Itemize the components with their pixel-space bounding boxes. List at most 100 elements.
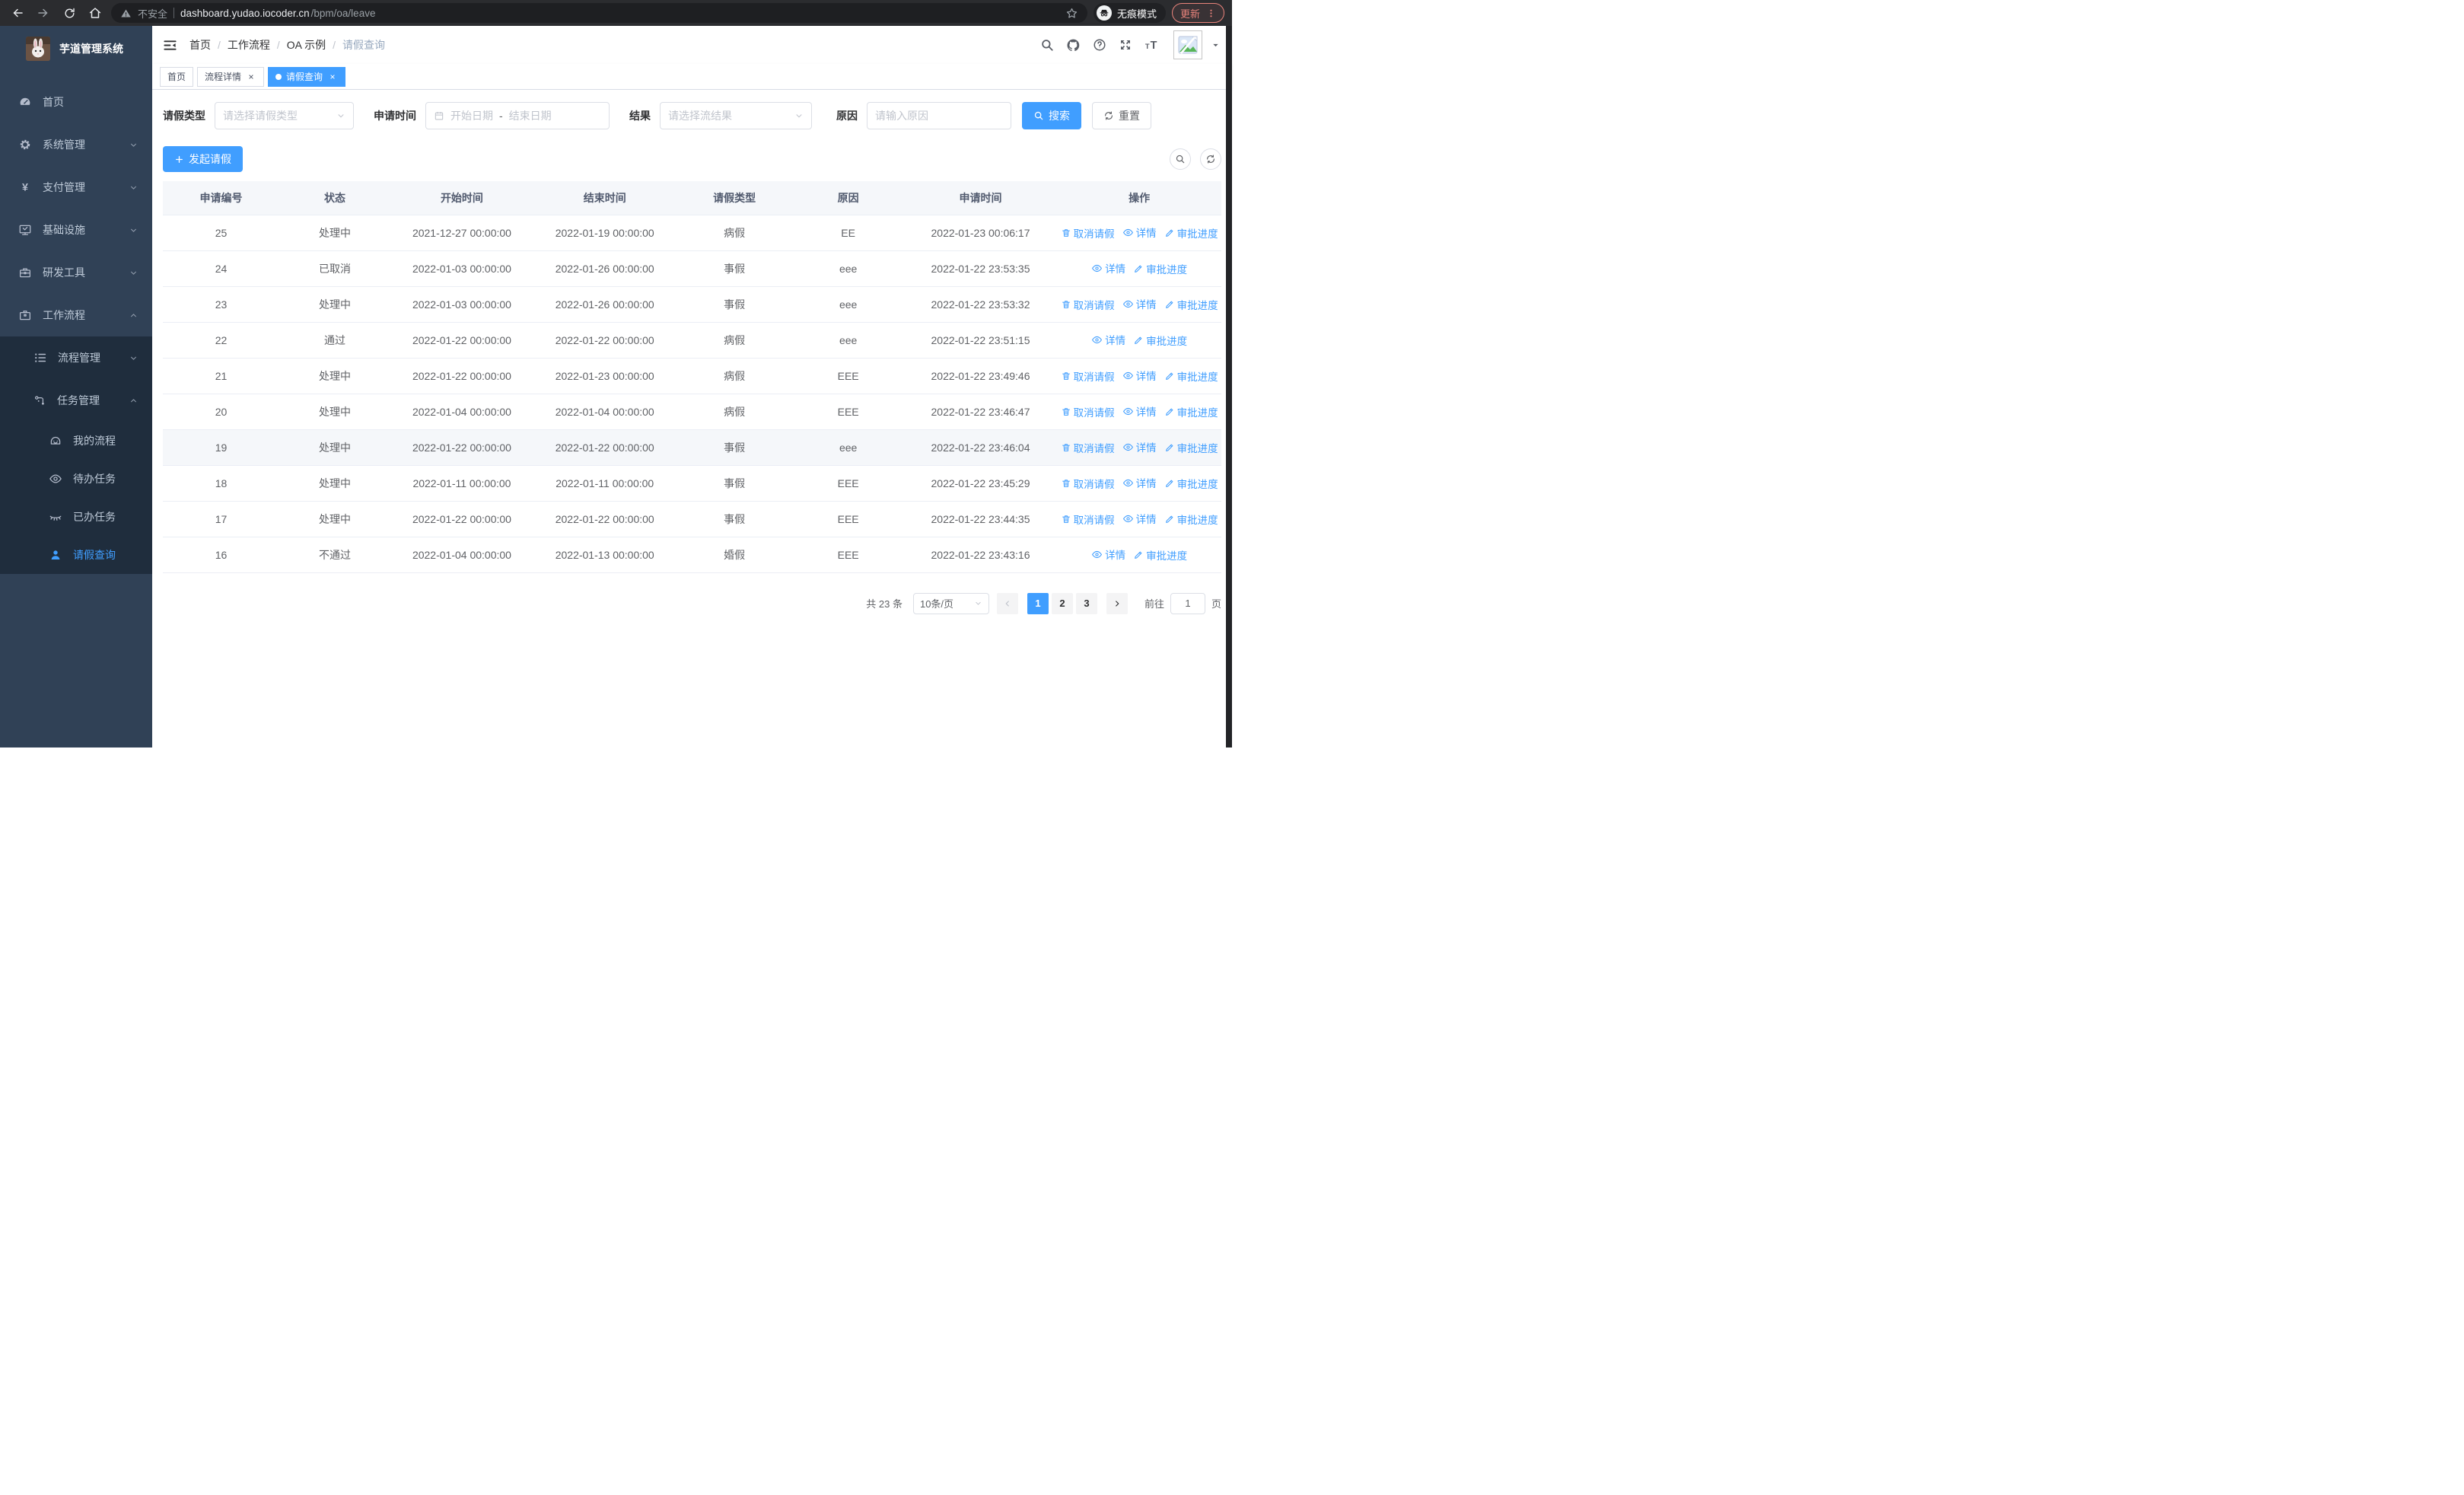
browser-forward-icon[interactable] bbox=[33, 3, 53, 23]
calendar-icon bbox=[434, 110, 444, 121]
cell-actions: 取消请假 详情 审批进度 bbox=[1057, 286, 1221, 323]
progress-action-link[interactable]: 审批进度 bbox=[1164, 476, 1218, 491]
browser-update-button[interactable]: 更新 bbox=[1171, 3, 1224, 23]
sidebar-item-devtools[interactable]: 研发工具 bbox=[0, 251, 152, 294]
sidebar-item-leave-query[interactable]: 请假查询 bbox=[0, 536, 152, 574]
cell-end_time: 2022-01-22 00:00:00 bbox=[533, 322, 676, 359]
apply-time-range-picker[interactable]: 开始日期 - 结束日期 bbox=[425, 102, 610, 129]
github-icon[interactable] bbox=[1066, 38, 1081, 53]
sidebar-collapse-icon[interactable] bbox=[163, 38, 177, 53]
cancel-action-link[interactable]: 取消请假 bbox=[1061, 440, 1115, 455]
detail-action-link[interactable]: 详情 bbox=[1122, 368, 1157, 383]
detail-action-link[interactable]: 详情 bbox=[1122, 403, 1157, 419]
breadcrumb-item[interactable]: 工作流程 bbox=[228, 37, 270, 53]
page-size-select[interactable]: 10条/页 bbox=[912, 592, 989, 614]
sidebar-item-payment[interactable]: ¥ 支付管理 bbox=[0, 166, 152, 209]
close-icon[interactable]: × bbox=[327, 72, 338, 82]
edit-icon bbox=[1164, 406, 1175, 417]
sidebar-item-home[interactable]: 首页 bbox=[0, 81, 152, 123]
detail-action-link[interactable]: 详情 bbox=[1122, 475, 1157, 490]
page-button-2[interactable]: 2 bbox=[1051, 592, 1073, 614]
sidebar-item-label: 请假查询 bbox=[73, 549, 116, 561]
leave-type-label: 请假类型 bbox=[163, 110, 205, 122]
breadcrumb-item[interactable]: OA 示例 bbox=[287, 37, 326, 53]
create-leave-button[interactable]: 发起请假 bbox=[163, 146, 243, 172]
sidebar-item-process-mgmt[interactable]: 流程管理 bbox=[0, 336, 152, 379]
result-select[interactable]: 请选择流结果 bbox=[660, 102, 812, 129]
browser-menu-dots-icon[interactable] bbox=[1206, 8, 1216, 18]
app-logo[interactable]: 芋道管理系统 bbox=[0, 26, 152, 72]
cancel-action-link[interactable]: 取消请假 bbox=[1061, 368, 1115, 384]
close-icon[interactable]: × bbox=[246, 72, 256, 82]
cancel-action-link[interactable]: 取消请假 bbox=[1061, 297, 1115, 312]
sidebar-item-workflow[interactable]: 工作流程 bbox=[0, 294, 152, 336]
column-header: 原因 bbox=[792, 181, 904, 215]
detail-action-link[interactable]: 详情 bbox=[1091, 332, 1125, 347]
toggle-search-button[interactable] bbox=[1170, 148, 1191, 170]
detail-action-link[interactable]: 详情 bbox=[1091, 260, 1125, 276]
cancel-action-link[interactable]: 取消请假 bbox=[1061, 225, 1115, 241]
sidebar-item-todo-task[interactable]: 待办任务 bbox=[0, 460, 152, 498]
detail-action-link[interactable]: 详情 bbox=[1122, 511, 1157, 526]
goto-page-input[interactable] bbox=[1170, 592, 1205, 614]
update-label: 更新 bbox=[1179, 8, 1200, 20]
leave-type-select[interactable]: 请选择请假类型 bbox=[215, 102, 354, 129]
progress-action-link[interactable]: 审批进度 bbox=[1164, 512, 1218, 527]
breadcrumb-item[interactable]: 首页 bbox=[189, 37, 211, 53]
prev-page-button[interactable] bbox=[996, 592, 1018, 614]
browser-back-icon[interactable] bbox=[8, 3, 27, 23]
refresh-table-button[interactable] bbox=[1200, 148, 1221, 170]
security-label[interactable]: 不安全 bbox=[138, 6, 167, 21]
fullscreen-icon[interactable] bbox=[1119, 38, 1132, 52]
page-button-3[interactable]: 3 bbox=[1075, 592, 1097, 614]
cell-start_time: 2022-01-22 00:00:00 bbox=[390, 501, 533, 537]
page-button-1[interactable]: 1 bbox=[1027, 592, 1049, 614]
tab-请假查询[interactable]: 请假查询 × bbox=[268, 66, 346, 87]
cell-start_time: 2022-01-22 00:00:00 bbox=[390, 358, 533, 394]
cell-apply_time: 2022-01-22 23:49:46 bbox=[903, 358, 1058, 394]
cancel-action-link[interactable]: 取消请假 bbox=[1061, 512, 1115, 527]
help-icon[interactable] bbox=[1093, 38, 1106, 52]
trash-icon bbox=[1061, 442, 1071, 453]
reason-input[interactable] bbox=[875, 110, 1003, 122]
progress-action-link[interactable]: 审批进度 bbox=[1164, 225, 1218, 241]
detail-action-link[interactable]: 详情 bbox=[1122, 439, 1157, 454]
tab-首页[interactable]: 首页 bbox=[160, 66, 194, 87]
progress-action-link[interactable]: 审批进度 bbox=[1164, 297, 1218, 312]
progress-action-link[interactable]: 审批进度 bbox=[1164, 368, 1218, 384]
chevron-down-icon bbox=[336, 111, 345, 120]
browser-scrollbar[interactable] bbox=[1226, 26, 1232, 748]
next-page-button[interactable] bbox=[1106, 592, 1128, 614]
progress-action-link[interactable]: 审批进度 bbox=[1133, 547, 1187, 563]
browser-home-icon[interactable] bbox=[85, 3, 105, 23]
sidebar-item-my-process[interactable]: 我的流程 bbox=[0, 422, 152, 460]
reset-button[interactable]: 重置 bbox=[1092, 102, 1151, 129]
detail-action-link[interactable]: 详情 bbox=[1122, 225, 1157, 240]
cancel-action-link[interactable]: 取消请假 bbox=[1061, 404, 1115, 419]
search-icon[interactable] bbox=[1040, 38, 1054, 52]
sidebar-item-system[interactable]: 系统管理 bbox=[0, 123, 152, 166]
address-bar[interactable]: 不安全 dashboard.yudao.iocoder.cn/bpm/oa/le… bbox=[111, 3, 1087, 23]
avatar[interactable] bbox=[1173, 30, 1202, 59]
edit-icon bbox=[1133, 335, 1144, 346]
tab-流程详情[interactable]: 流程详情 × bbox=[197, 66, 265, 87]
detail-action-link[interactable]: 详情 bbox=[1091, 547, 1125, 562]
sidebar-item-infra[interactable]: 基础设施 bbox=[0, 209, 152, 251]
detail-action-link[interactable]: 详情 bbox=[1122, 296, 1157, 311]
sidebar-item-task-mgmt[interactable]: 任务管理 bbox=[0, 379, 152, 422]
table-header-row: 申请编号 状态 开始时间 结束时间 请假类型 原因 申请时间 操作 bbox=[163, 181, 1221, 215]
sidebar-item-done-task[interactable]: 已办任务 bbox=[0, 498, 152, 536]
trash-icon bbox=[1061, 299, 1071, 310]
list-icon bbox=[33, 351, 47, 365]
chevron-down-icon[interactable] bbox=[1211, 41, 1220, 49]
font-size-icon[interactable]: TT bbox=[1144, 38, 1161, 52]
search-button[interactable]: 搜索 bbox=[1022, 102, 1081, 129]
browser-reload-icon[interactable] bbox=[59, 3, 79, 23]
progress-action-link[interactable]: 审批进度 bbox=[1164, 404, 1218, 419]
progress-action-link[interactable]: 审批进度 bbox=[1133, 333, 1187, 348]
progress-action-link[interactable]: 审批进度 bbox=[1133, 261, 1187, 276]
cancel-action-link[interactable]: 取消请假 bbox=[1061, 476, 1115, 491]
bookmark-star-icon[interactable] bbox=[1065, 7, 1078, 20]
progress-action-link[interactable]: 审批进度 bbox=[1164, 440, 1218, 455]
sidebar-item-label: 待办任务 bbox=[73, 473, 116, 485]
